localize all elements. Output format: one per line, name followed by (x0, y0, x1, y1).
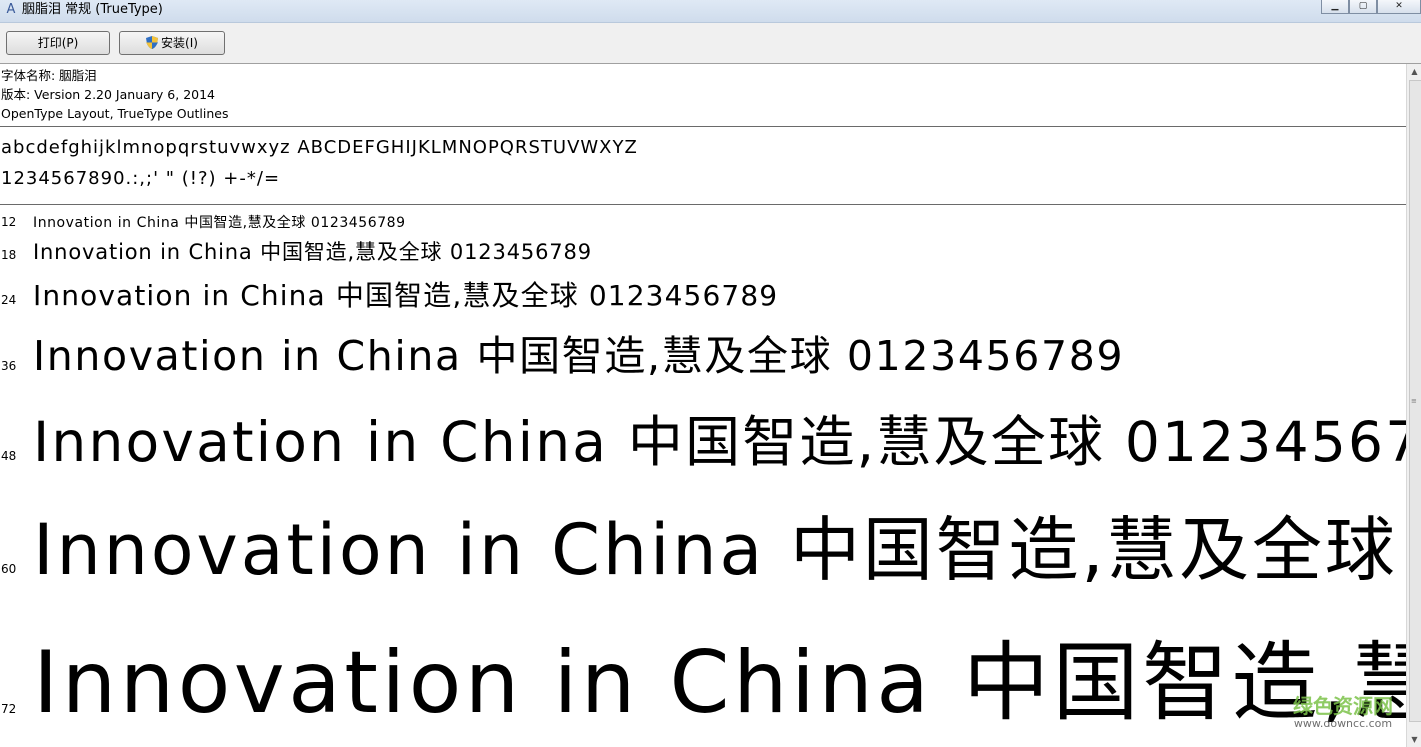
sample-row: 36 Innovation in China 中国智造,慧及全球 0123456… (0, 322, 1406, 382)
sample-row: 48 Innovation in China 中国智造,慧及全球 0123456… (0, 397, 1406, 475)
size-label: 48 (1, 449, 17, 463)
toolbar: 打印(P) 安装(I) (0, 23, 1421, 64)
vertical-scrollbar[interactable]: ▲ ≡ ▼ (1406, 64, 1421, 747)
sample-text: Innovation in China 中国智造,慧及全球 0123456789 (33, 215, 406, 231)
sample-text: Innovation in China 中国智造,慧及全球 0123456789 (33, 332, 1125, 380)
close-button[interactable]: ✕ (1377, 0, 1421, 14)
sample-text: Innovation in China 中国智造,慧及全球 0123456789 (33, 410, 1406, 474)
sample-text: Innovation in China 中国智造,慧及全球 0123456789 (33, 279, 779, 312)
maximize-button[interactable]: ▢ (1349, 0, 1377, 14)
sample-row: 60 Innovation in China 中国智造,慧及全球 0123456… (0, 494, 1406, 591)
font-name: 字体名称: 胭脂泪 (1, 68, 97, 83)
size-label: 18 (1, 248, 17, 262)
font-file-icon: A (6, 2, 16, 17)
size-label: 72 (1, 702, 17, 716)
charset-symbols: 1234567890.:,;' " (!?) +-*/= (1, 168, 281, 189)
divider (0, 126, 1406, 127)
divider (0, 204, 1406, 205)
size-label: 12 (1, 215, 17, 229)
charset-letters: abcdefghijklmnopqrstuvwxyz ABCDEFGHIJKLM… (1, 137, 638, 158)
sample-text: Innovation in China 中国智造,慧及全球 0123456789 (33, 633, 1406, 733)
sample-row: 12 Innovation in China 中国智造,慧及全球 0123456… (0, 212, 1406, 234)
sample-text: Innovation in China 中国智造,慧及全球 0123456789 (33, 509, 1406, 591)
install-button[interactable]: 安装(I) (119, 31, 225, 55)
scroll-down-icon[interactable]: ▼ (1407, 732, 1421, 747)
font-outline-type: OpenType Layout, TrueType Outlines (1, 106, 229, 121)
window-controls: ▁ ▢ ✕ (1321, 0, 1421, 18)
sample-text: Innovation in China 中国智造,慧及全球 0123456789 (33, 240, 592, 264)
shield-icon (146, 36, 159, 49)
install-button-label: 安装(I) (161, 36, 198, 50)
print-button[interactable]: 打印(P) (6, 31, 110, 55)
watermark-logo: 绿色资源网 (1293, 694, 1393, 718)
grip-icon: ≡ (1411, 397, 1417, 405)
size-label: 60 (1, 562, 17, 576)
watermark-url: www.downcc.com (1293, 717, 1393, 730)
font-version: 版本: Version 2.20 January 6, 2014 (1, 87, 216, 102)
window-title: 胭脂泪 常规 (TrueType) (22, 2, 163, 17)
title-bar: A 胭脂泪 常规 (TrueType) ▁ ▢ ✕ (0, 0, 1421, 23)
sample-row: 72 Innovation in China 中国智造,慧及全球 0123456… (0, 612, 1406, 733)
font-info: 字体名称: 胭脂泪 版本: Version 2.20 January 6, 20… (1, 66, 228, 123)
minimize-button[interactable]: ▁ (1321, 0, 1349, 14)
sample-row: 18 Innovation in China 中国智造,慧及全球 0123456… (0, 236, 1406, 268)
size-label: 24 (1, 293, 17, 307)
watermark: 绿色资源网 www.downcc.com (1283, 695, 1403, 731)
scroll-up-icon[interactable]: ▲ (1407, 64, 1421, 79)
size-label: 36 (1, 359, 17, 373)
font-preview-pane: 字体名称: 胭脂泪 版本: Version 2.20 January 6, 20… (0, 64, 1406, 747)
sample-row: 24 Innovation in China 中国智造,慧及全球 0123456… (0, 274, 1406, 316)
